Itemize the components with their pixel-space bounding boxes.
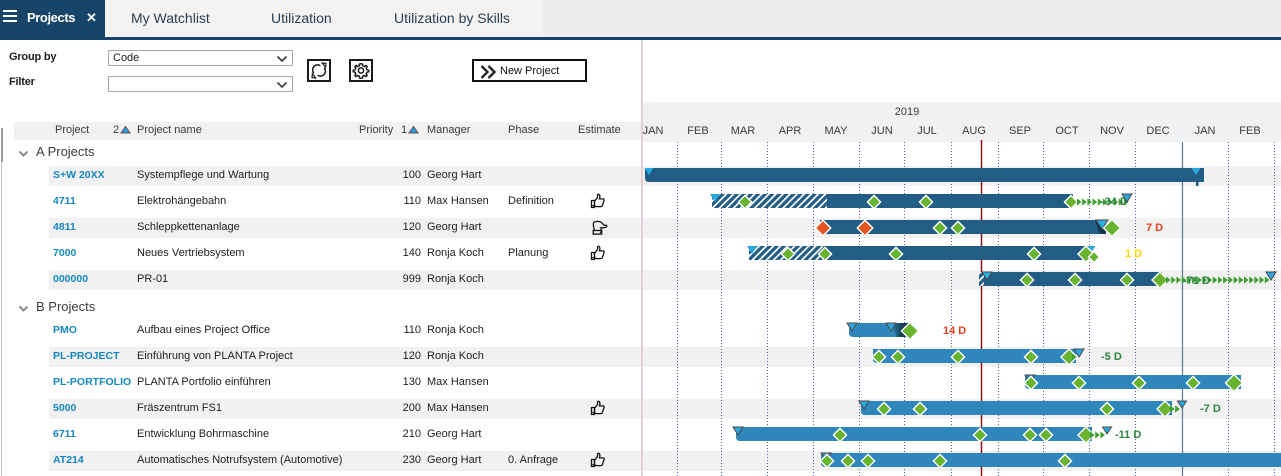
svg-text:SEP: SEP [1009,125,1031,137]
svg-text:DEC: DEC [1146,125,1169,137]
svg-text:FEB: FEB [1239,125,1260,137]
svg-text:-7 D: -7 D [1200,403,1221,415]
svg-text:1 D: 1 D [1125,248,1142,260]
svg-text:7 D: 7 D [1146,222,1163,234]
svg-text:14 D: 14 D [943,325,966,337]
svg-text:FEB: FEB [687,125,708,137]
svg-text:JUN: JUN [871,125,892,137]
svg-text:APR: APR [779,125,802,137]
svg-text:JAN: JAN [643,125,663,137]
svg-text:AUG: AUG [962,125,986,137]
svg-text:-71 D: -71 D [1183,275,1210,287]
svg-text:MAR: MAR [731,125,756,137]
svg-text:JUL: JUL [917,125,937,137]
svg-text:JAN: JAN [1195,125,1216,137]
svg-text:NOV: NOV [1100,125,1125,137]
svg-text:OCT: OCT [1055,125,1079,137]
svg-text:2019: 2019 [895,106,919,118]
svg-text:-11 D: -11 D [1115,429,1141,441]
svg-text:MAY: MAY [824,125,848,137]
svg-text:-5 D: -5 D [1101,351,1122,363]
